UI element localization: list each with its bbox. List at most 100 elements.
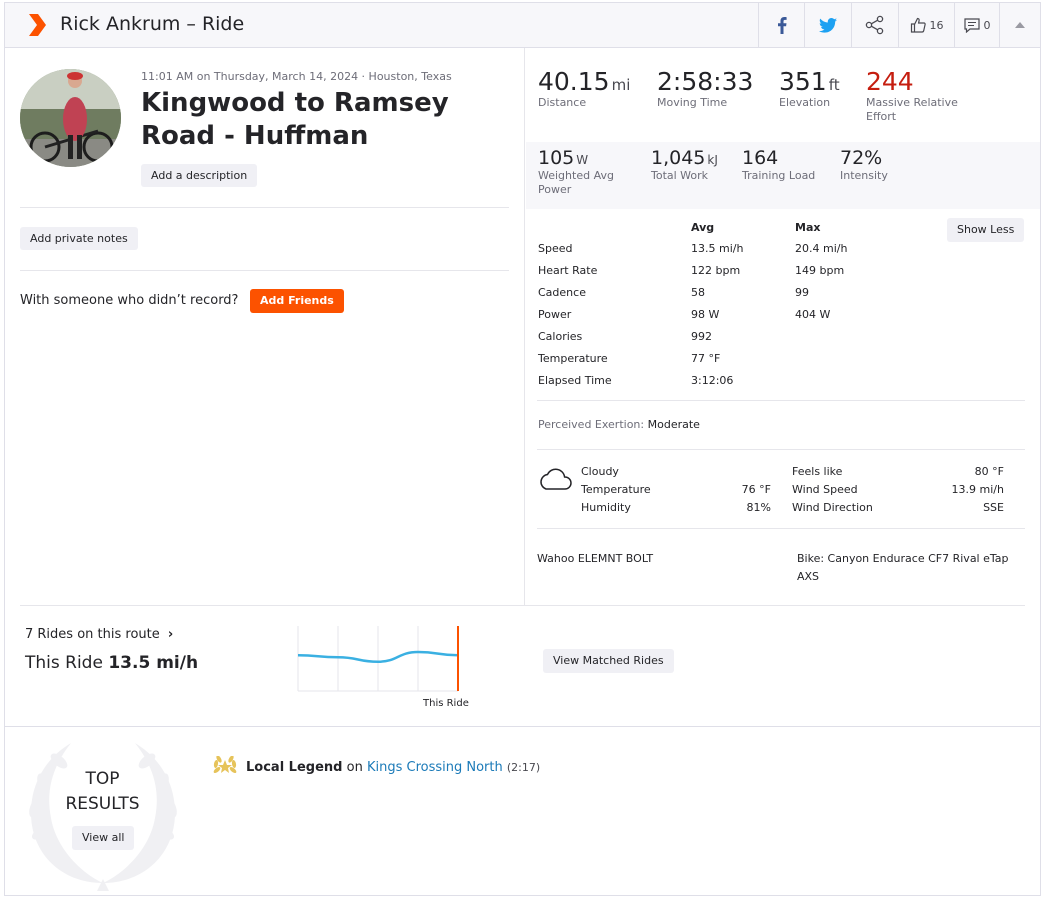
activity-card: Rick Ankrum – Ride 16 0 11:01 AM on Thur… [4, 2, 1041, 896]
weather-feels-like-label: Feels like [792, 465, 843, 478]
divider [5, 726, 1040, 727]
stat-label: Massive Relative Effort [866, 96, 958, 123]
stat-elevation: 351 ft Elevation [779, 67, 840, 110]
stat-unit: mi [611, 76, 631, 94]
achievement-count: (2:17) [506, 760, 541, 774]
share-button[interactable] [851, 3, 898, 47]
perceived-exertion-label: Perceived Exertion: [538, 418, 645, 431]
caret-up-icon [1015, 22, 1025, 28]
page-title: Rick Ankrum – Ride [60, 13, 245, 35]
share-icon [865, 15, 884, 35]
max-header: Max [795, 221, 821, 234]
device-name[interactable]: Wahoo ELEMNT BOLT [537, 552, 653, 565]
facebook-icon [777, 16, 787, 34]
twitter-icon [819, 17, 837, 33]
segment-link[interactable]: Kings Crossing North [367, 760, 503, 775]
stat-label: Elevation [779, 96, 831, 109]
detail-avg: 58 [691, 286, 705, 299]
bike-name-cont[interactable]: AXS [797, 570, 819, 583]
weather-humidity-value: 81% [746, 501, 771, 514]
add-description-button[interactable]: Add a description [141, 164, 258, 187]
stat-training-load: 164 Training Load [742, 147, 815, 183]
divider [20, 605, 1025, 606]
stat-label: Moving Time [657, 96, 728, 109]
detail-max: 404 W [795, 308, 831, 321]
stat-value: 1,045 [651, 147, 706, 169]
perceived-exertion-value: Moderate [647, 418, 700, 431]
stat-value: 40.15 [538, 67, 610, 96]
view-matched-rides-button[interactable]: View Matched Rides [543, 649, 674, 673]
local-legend-laurel-icon [213, 756, 237, 773]
kudos-count: 16 [929, 18, 944, 32]
with-someone-prompt: With someone who didn’t record? [20, 293, 239, 308]
comment-icon [963, 17, 980, 33]
this-ride-speed: This Ride 13.5 mi/h [25, 653, 198, 673]
divider [20, 207, 509, 208]
achievement-on: on [346, 759, 363, 775]
detail-label: Cadence [538, 286, 586, 299]
facebook-share-button[interactable] [758, 3, 804, 47]
activity-header: Rick Ankrum – Ride 16 0 [5, 3, 1040, 48]
stat-label: Training Load [742, 169, 816, 182]
collapse-button[interactable] [999, 3, 1040, 47]
top-results-title: TOP RESULTS [45, 767, 160, 817]
top-results-line2: RESULTS [65, 794, 140, 814]
detail-avg: 13.5 mi/h [691, 242, 744, 255]
stat-value: 164 [742, 147, 779, 169]
detail-max: 149 bpm [795, 264, 845, 277]
show-less-button[interactable]: Show Less [947, 218, 1025, 242]
rides-on-route-label: 7 Rides on this route [25, 627, 160, 642]
weather-temperature-label: Temperature [581, 483, 651, 496]
stat-label: Weighted Avg Power [538, 169, 614, 196]
stat-total-work: 1,045 kJ Total Work [651, 147, 718, 183]
activity-datetime-location: 11:01 AM on Thursday, March 14, 2024 · H… [141, 70, 452, 83]
comments-button[interactable]: 0 [954, 3, 999, 47]
detail-max: 99 [795, 286, 809, 299]
kudos-button[interactable]: 16 [898, 3, 954, 47]
this-ride-label: This Ride [25, 653, 103, 673]
add-friends-button[interactable]: Add Friends [250, 289, 344, 313]
divider [20, 270, 509, 271]
detail-label: Heart Rate [538, 264, 598, 277]
stat-unit: W [576, 153, 589, 167]
bike-name[interactable]: Bike: Canyon Endurace CF7 Rival eTap [797, 552, 1009, 565]
detail-label: Temperature [538, 352, 608, 365]
view-all-button[interactable]: View all [72, 826, 135, 850]
athlete-photo [20, 69, 121, 167]
stat-unit: kJ [707, 153, 718, 167]
comment-count: 0 [983, 18, 991, 32]
detail-avg: 992 [691, 330, 712, 343]
divider [537, 528, 1025, 529]
twitter-share-button[interactable] [804, 3, 851, 47]
stat-moving-time: 2:58:33 Moving Time [657, 67, 753, 110]
weather-wind-speed-label: Wind Speed [792, 483, 858, 496]
stat-value: 105 [538, 147, 575, 169]
detail-label: Power [538, 308, 572, 321]
rides-on-route-link[interactable]: 7 Rides on this route › [25, 627, 173, 642]
avg-header: Avg [691, 221, 715, 234]
detail-avg: 98 W [691, 308, 720, 321]
perceived-exertion: Perceived Exertion: Moderate [538, 418, 700, 431]
divider [537, 400, 1025, 401]
detail-avg: 3:12:06 [691, 374, 734, 387]
stat-value: 351 [779, 67, 827, 96]
stat-weighted-power: 105 W Weighted Avg Power [538, 147, 633, 197]
stat-relative-effort[interactable]: 244 Massive Relative Effort [866, 67, 966, 124]
stat-intensity: 72% Intensity [840, 147, 888, 183]
athlete-avatar[interactable] [20, 69, 121, 167]
weather-wind-direction-label: Wind Direction [792, 501, 873, 514]
achievement-item: Local Legend on Kings Crossing North (2:… [212, 756, 540, 778]
weather-wind-direction-value: SSE [983, 501, 1004, 514]
add-private-notes-button[interactable]: Add private notes [20, 227, 138, 250]
this-ride-marker-label: This Ride [422, 698, 469, 709]
route-speed-sparkline[interactable]: This Ride [294, 626, 469, 716]
weather-condition: Cloudy [581, 465, 619, 478]
detail-label: Calories [538, 330, 583, 343]
stat-value: 72% [840, 147, 883, 169]
weather-temperature-value: 76 °F [741, 483, 771, 496]
chevron-right-icon: › [167, 627, 174, 642]
stat-label: Intensity [840, 169, 888, 182]
thumbs-up-icon [910, 17, 926, 33]
weather-feels-like-value: 80 °F [974, 465, 1004, 478]
detail-avg: 77 °F [691, 352, 721, 365]
